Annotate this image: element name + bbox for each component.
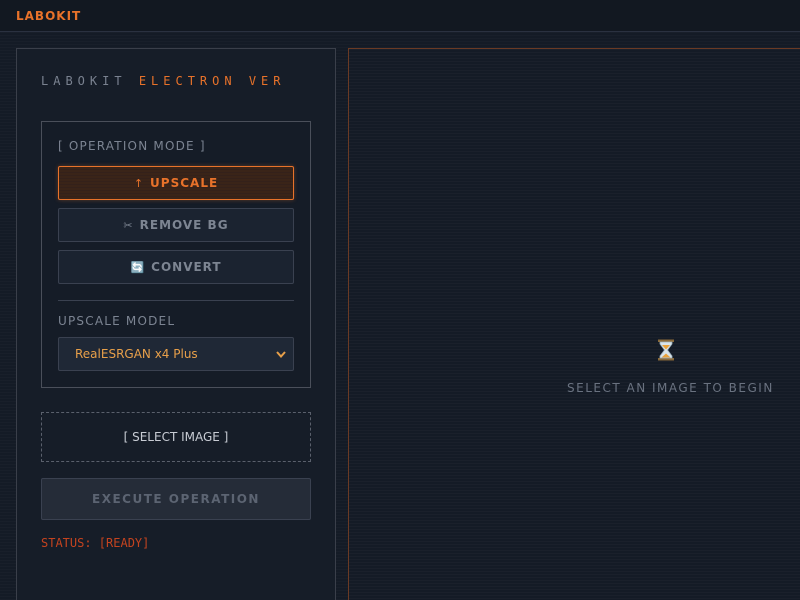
divider bbox=[58, 300, 294, 301]
upscale-model-select[interactable]: RealESRGAN x4 Plus bbox=[58, 337, 294, 371]
execute-operation-button[interactable]: EXECUTE OPERATION bbox=[41, 478, 311, 520]
operation-mode-label: [ OPERATION MODE ] bbox=[58, 139, 206, 153]
upscale-model-value: RealESRGAN x4 Plus bbox=[75, 347, 198, 361]
status-text: STATUS: [READY] bbox=[41, 536, 150, 550]
select-image-button[interactable]: [ SELECT IMAGE ] bbox=[41, 412, 311, 462]
hourglass-icon bbox=[658, 339, 674, 361]
brand-logo: LABOKIT bbox=[16, 9, 82, 23]
refresh-icon: 🔄 bbox=[130, 260, 146, 274]
control-panel: LABOKIT ELECTRON VER [ OPERATION MODE ] … bbox=[16, 48, 336, 600]
upscale-model-label: UPSCALE MODEL bbox=[58, 314, 176, 328]
convert-button-label: CONVERT bbox=[151, 260, 222, 274]
top-bar: LABOKIT bbox=[0, 0, 800, 32]
arrow-up-icon: ↑ bbox=[133, 176, 145, 190]
app-title: LABOKIT ELECTRON VER bbox=[41, 74, 286, 88]
scissors-icon: ✂ bbox=[123, 218, 134, 232]
chevron-down-icon bbox=[276, 351, 286, 359]
image-preview-panel[interactable]: SELECT AN IMAGE TO BEGIN bbox=[348, 48, 800, 600]
upscale-button-label: UPSCALE bbox=[150, 176, 219, 190]
empty-state-message: SELECT AN IMAGE TO BEGIN bbox=[567, 381, 774, 395]
remove-bg-button[interactable]: ✂ REMOVE BG bbox=[58, 208, 294, 242]
upscale-button[interactable]: ↑ UPSCALE bbox=[58, 166, 294, 200]
operation-mode-box: [ OPERATION MODE ] ↑ UPSCALE ✂ REMOVE BG… bbox=[41, 121, 311, 388]
app-title-name: LABOKIT bbox=[41, 74, 127, 88]
app-title-version: ELECTRON VER bbox=[138, 74, 286, 88]
remove-bg-button-label: REMOVE BG bbox=[139, 218, 229, 232]
convert-button[interactable]: 🔄 CONVERT bbox=[58, 250, 294, 284]
